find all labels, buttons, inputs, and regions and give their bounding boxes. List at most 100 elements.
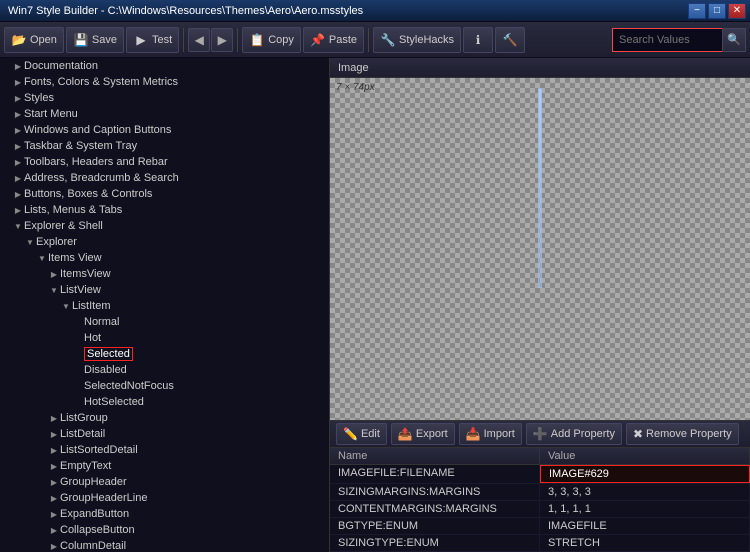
paste-button[interactable]: 📌 Paste <box>303 27 364 53</box>
tree-arrow-listdetail: ▶ <box>48 427 60 441</box>
copy-button[interactable]: 📋 Copy <box>242 27 301 53</box>
left-panel: ▶Documentation▶Fonts, Colors & System Me… <box>0 58 330 552</box>
info-button[interactable]: ℹ <box>463 27 493 53</box>
tree-item-listview[interactable]: ▼ListView <box>0 282 329 298</box>
edit-label: Edit <box>361 428 380 440</box>
props-name-2: CONTENTMARGINS:MARGINS <box>330 501 540 517</box>
tree-arrow-documentation: ▶ <box>12 59 24 73</box>
maximize-button[interactable]: □ <box>708 3 726 19</box>
tree-item-hot[interactable]: Hot <box>0 330 329 346</box>
forward-button[interactable]: ▶ <box>211 28 233 52</box>
remove-property-button[interactable]: ✖ Remove Property <box>626 423 739 445</box>
tree-arrow-normal <box>72 315 84 329</box>
tree-label-normal: Normal <box>84 316 119 328</box>
tree-item-start-menu[interactable]: ▶Start Menu <box>0 106 329 122</box>
open-button[interactable]: 📂 Open <box>4 27 64 53</box>
import-button[interactable]: 📥 Import <box>459 423 522 445</box>
props-header: Name Value <box>330 448 750 465</box>
props-value-3: IMAGEFILE <box>540 518 750 534</box>
tree-arrow-hotselected <box>72 395 84 409</box>
tree-item-itemsview[interactable]: ▶ItemsView <box>0 266 329 282</box>
tree-item-explorer[interactable]: ▼Explorer <box>0 234 329 250</box>
tree-item-items-view[interactable]: ▼Items View <box>0 250 329 266</box>
tree-item-fonts-colors[interactable]: ▶Fonts, Colors & System Metrics <box>0 74 329 90</box>
tree-item-hotselected[interactable]: HotSelected <box>0 394 329 410</box>
props-row-3[interactable]: BGTYPE:ENUMIMAGEFILE <box>330 518 750 535</box>
tree-item-explorer-shell[interactable]: ▼Explorer & Shell <box>0 218 329 234</box>
tree-label-listitem: ListItem <box>72 300 111 312</box>
add-property-button[interactable]: ➕ Add Property <box>526 423 622 445</box>
tree-label-groupheaderline: GroupHeaderLine <box>60 492 147 504</box>
tree-arrow-expandbutton: ▶ <box>48 507 60 521</box>
tree-item-expandbutton[interactable]: ▶ExpandButton <box>0 506 329 522</box>
tree-item-toolbars-headers[interactable]: ▶Toolbars, Headers and Rebar <box>0 154 329 170</box>
props-value-2: 1, 1, 1, 1 <box>540 501 750 517</box>
tree-item-windows-caption[interactable]: ▶Windows and Caption Buttons <box>0 122 329 138</box>
tree-item-disabled[interactable]: Disabled <box>0 362 329 378</box>
tree-item-selected[interactable]: Selected <box>0 346 329 362</box>
tree-arrow-collapsebutton: ▶ <box>48 523 60 537</box>
tree-item-address[interactable]: ▶Address, Breadcrumb & Search <box>0 170 329 186</box>
tree-arrow-lists-menus: ▶ <box>12 203 24 217</box>
tree-item-lists-menus[interactable]: ▶Lists, Menus & Tabs <box>0 202 329 218</box>
tree-arrow-address: ▶ <box>12 171 24 185</box>
tree-item-taskbar[interactable]: ▶Taskbar & System Tray <box>0 138 329 154</box>
tree-label-expandbutton: ExpandButton <box>60 508 129 520</box>
props-row-2[interactable]: CONTENTMARGINS:MARGINS1, 1, 1, 1 <box>330 501 750 518</box>
add-property-icon: ➕ <box>533 427 548 441</box>
edit-button[interactable]: ✏️ Edit <box>336 423 387 445</box>
save-button[interactable]: 💾 Save <box>66 27 124 53</box>
stylehacks-button[interactable]: 🔧 StyleHacks <box>373 27 461 53</box>
tree-label-fonts-colors: Fonts, Colors & System Metrics <box>24 76 178 88</box>
tree-item-normal[interactable]: Normal <box>0 314 329 330</box>
export-button[interactable]: 📤 Export <box>391 423 455 445</box>
import-icon: 📥 <box>466 427 481 441</box>
tree-item-collapsebutton[interactable]: ▶CollapseButton <box>0 522 329 538</box>
props-row-4[interactable]: SIZINGTYPE:ENUMSTRETCH <box>330 535 750 552</box>
tree-item-listdetail[interactable]: ▶ListDetail <box>0 426 329 442</box>
tree-label-selectednofocus: SelectedNotFocus <box>84 380 174 392</box>
tree-arrow-fonts-colors: ▶ <box>12 75 24 89</box>
search-button[interactable]: 🔍 <box>722 28 746 52</box>
tree-label-itemsview: ItemsView <box>60 268 111 280</box>
right-panel: Image 7 × 74px ✏️ Edit 📤 Export 📥 Import <box>330 58 750 552</box>
wrench-button[interactable]: 🔨 <box>495 27 525 53</box>
tree-arrow-buttons: ▶ <box>12 187 24 201</box>
tree-arrow-listitem: ▼ <box>60 299 72 313</box>
tree-arrow-groupheaderline: ▶ <box>48 491 60 505</box>
tree-item-styles[interactable]: ▶Styles <box>0 90 329 106</box>
tree-label-items-view: Items View <box>48 252 102 264</box>
tree-item-listsorteddetail[interactable]: ▶ListSortedDetail <box>0 442 329 458</box>
tree-item-listgroup[interactable]: ▶ListGroup <box>0 410 329 426</box>
test-button[interactable]: ▶ Test <box>126 27 179 53</box>
props-row-0[interactable]: IMAGEFILE:FILENAMEIMAGE#629 <box>330 465 750 484</box>
close-button[interactable]: ✕ <box>728 3 746 19</box>
tree-item-groupheader[interactable]: ▶GroupHeader <box>0 474 329 490</box>
add-property-label: Add Property <box>551 428 615 440</box>
sep3 <box>368 28 369 52</box>
title-bar: Win7 Style Builder - C:\Windows\Resource… <box>0 0 750 22</box>
tree-item-emptytext[interactable]: ▶EmptyText <box>0 458 329 474</box>
main-area: ▶Documentation▶Fonts, Colors & System Me… <box>0 58 750 552</box>
tree-label-address: Address, Breadcrumb & Search <box>24 172 179 184</box>
tree-label-lists-menus: Lists, Menus & Tabs <box>24 204 122 216</box>
tree-item-groupheaderline[interactable]: ▶GroupHeaderLine <box>0 490 329 506</box>
minimize-button[interactable]: − <box>688 3 706 19</box>
tree-item-buttons[interactable]: ▶Buttons, Boxes & Controls <box>0 186 329 202</box>
tree-arrow-start-menu: ▶ <box>12 107 24 121</box>
test-icon: ▶ <box>133 32 149 48</box>
tree-item-selectednofocus[interactable]: SelectedNotFocus <box>0 378 329 394</box>
tree-item-columndetail[interactable]: ▶ColumnDetail <box>0 538 329 552</box>
tree-arrow-emptytext: ▶ <box>48 459 60 473</box>
tree-item-documentation[interactable]: ▶Documentation <box>0 58 329 74</box>
image-panel-header: Image <box>330 58 750 78</box>
props-row-1[interactable]: SIZINGMARGINS:MARGINS3, 3, 3, 3 <box>330 484 750 501</box>
tree-label-emptytext: EmptyText <box>60 460 111 472</box>
props-name-1: SIZINGMARGINS:MARGINS <box>330 484 540 500</box>
tree-item-listitem[interactable]: ▼ListItem <box>0 298 329 314</box>
tree-arrow-items-view: ▼ <box>36 251 48 265</box>
props-value-0: IMAGE#629 <box>540 465 750 483</box>
back-button[interactable]: ◀ <box>188 28 210 52</box>
props-name-0: IMAGEFILE:FILENAME <box>330 465 540 483</box>
search-input[interactable] <box>612 28 722 52</box>
